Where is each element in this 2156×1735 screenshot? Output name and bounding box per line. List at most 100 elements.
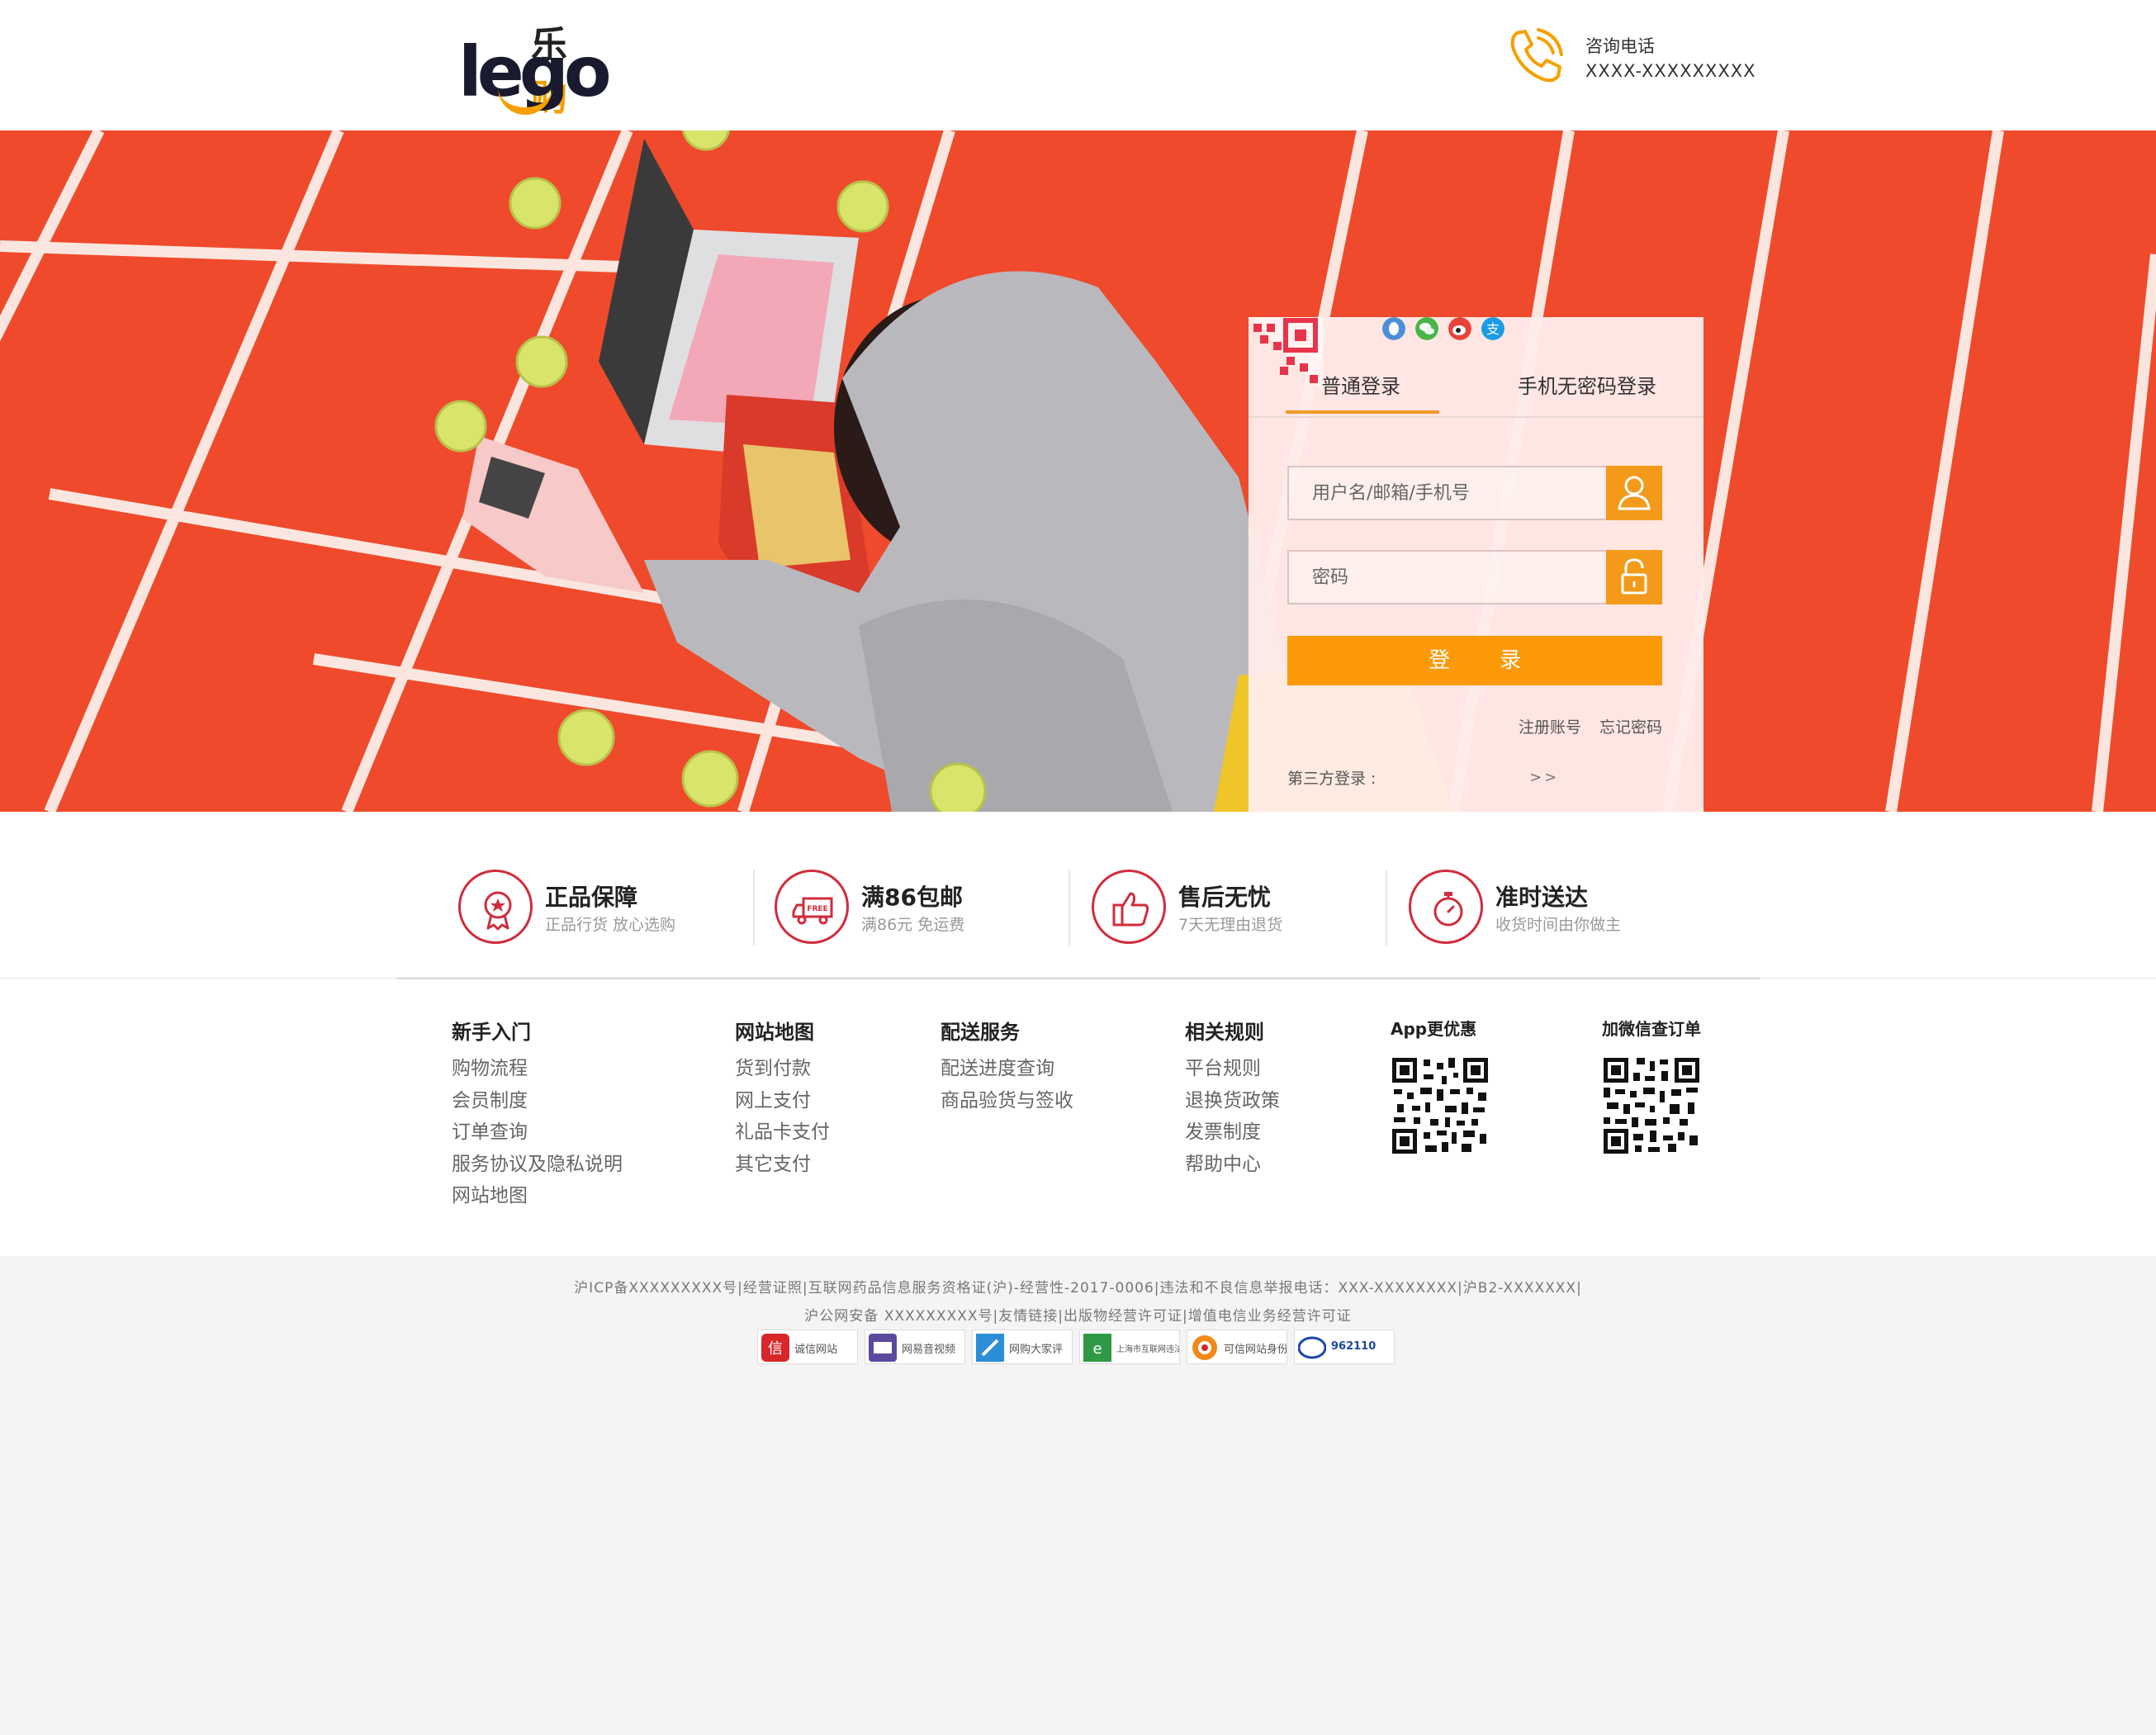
footer-link[interactable]: 会员制度 <box>452 1085 623 1117</box>
wechat-qr-code[interactable] <box>1602 1056 1701 1155</box>
footer-link[interactable]: 帮助中心 <box>1185 1149 1280 1181</box>
report-badge-icon: e <box>1083 1334 1111 1362</box>
feature-icon-circle: FREE <box>775 870 849 944</box>
password-field <box>1287 550 1662 604</box>
app-qr-title: App更优惠 <box>1391 1019 1477 1039</box>
footer-link[interactable]: 货到付款 <box>735 1053 830 1085</box>
alipay-icon[interactable]: 支 <box>1481 317 1504 340</box>
footer-column-title: 配送服务 <box>941 1021 1020 1044</box>
hotline-label: 咨询电话 <box>1585 36 1655 56</box>
footer-link[interactable]: 发票制度 <box>1185 1116 1280 1149</box>
username-field <box>1287 466 1662 520</box>
svg-text:FREE: FREE <box>807 905 827 913</box>
banner-illustration <box>0 130 2156 812</box>
login-panel: 普通登录 手机无密码登录 用户名/邮箱/手机号 登录 注册账号 忘记密码 第三方… <box>1249 317 1703 812</box>
svg-text:信: 信 <box>768 1340 783 1358</box>
trust-badges: 信 诚信网站 网易音视频 网购大家评 e 上海市互联网违法和不良信息举报中心 可… <box>757 1330 1395 1364</box>
site-logo[interactable]: 乐购 lego <box>458 15 612 119</box>
footer-links: 新手入门 购物流程 会员制度 订单查询 服务协议及隐私说明 网站地图 网站地图 … <box>0 979 2156 1256</box>
hero-banner: 普通登录 手机无密码登录 用户名/邮箱/手机号 登录 注册账号 忘记密码 第三方… <box>0 130 2156 812</box>
third-party-login-label: 第三方登录 : <box>1287 770 1377 788</box>
feature-title: 准时送达 <box>1495 884 1589 911</box>
feature-icon-circle <box>1092 870 1166 944</box>
feature-subtitle: 正品行货 放心选购 <box>545 916 676 934</box>
forgot-password-link[interactable]: 忘记密码 <box>1599 715 1662 737</box>
feature-title: 售后无忧 <box>1178 884 1272 911</box>
thumbs-up-icon <box>1112 892 1149 927</box>
medal-icon <box>484 891 512 931</box>
footer-link[interactable]: 商品验货与签收 <box>941 1085 1073 1117</box>
qr-login-icon[interactable] <box>1249 317 1323 391</box>
truck-icon: FREE <box>792 897 833 925</box>
site-header: 乐购 lego 咨询电话 XXXX-XXXXXXXXX <box>0 0 2156 130</box>
footer-link[interactable]: 配送进度查询 <box>941 1053 1073 1085</box>
feature-title: 正品保障 <box>545 884 638 911</box>
username-input[interactable] <box>1289 467 1601 519</box>
footer-link[interactable]: 平台规则 <box>1185 1053 1280 1085</box>
footer-column-delivery: 配送服务 配送进度查询 商品验货与签收 <box>941 1016 1073 1116</box>
copyright-line-1: 沪ICP备XXXXXXXXX号|经营证照|互联网药品信息服务资格证(沪)-经营性… <box>574 1280 1582 1297</box>
user-icon-box <box>1606 466 1662 520</box>
login-button[interactable]: 登录 <box>1287 636 1662 685</box>
more-third-party-link[interactable]: >> <box>1529 769 1559 786</box>
qq-icon[interactable] <box>1382 317 1405 340</box>
feature-genuine: 正品保障 正品行货 放心选购 <box>458 870 772 952</box>
police-badge-icon <box>1298 1336 1326 1359</box>
footer-link[interactable]: 服务协议及隐私说明 <box>452 1149 623 1181</box>
badge-netease-av[interactable]: 网易音视频 <box>865 1330 965 1364</box>
tab-mobile-login[interactable]: 手机无密码登录 <box>1518 370 1656 399</box>
feature-on-time: 准时送达 收货时间由你做主 <box>1409 870 1722 952</box>
register-link[interactable]: 注册账号 <box>1519 715 1581 737</box>
copyright-area: 沪ICP备XXXXXXXXX号|经营证照|互联网药品信息服务资格证(沪)-经营性… <box>0 1256 2156 1735</box>
footer-link[interactable]: 网站地图 <box>452 1180 623 1212</box>
badge-review[interactable]: 网购大家评 <box>972 1330 1073 1364</box>
wechat-qr-title: 加微信查订单 <box>1602 1019 1701 1039</box>
feature-title: 满86包邮 <box>861 884 963 911</box>
review-badge-icon <box>976 1334 1004 1362</box>
feature-icon-circle <box>458 870 533 944</box>
footer-link[interactable]: 网上支付 <box>735 1085 830 1117</box>
footer-column-beginner: 新手入门 购物流程 会员制度 订单查询 服务协议及隐私说明 网站地图 <box>452 1016 623 1212</box>
svg-text:支: 支 <box>1486 321 1500 337</box>
credit-badge-icon: 信 <box>761 1334 789 1362</box>
footer-column-rules: 相关规则 平台规则 退换货政策 发票制度 帮助中心 <box>1185 1016 1280 1180</box>
badge-report-center[interactable]: e 上海市互联网违法和不良信息举报中心 <box>1079 1330 1180 1364</box>
feature-after-sale: 售后无忧 7天无理由退货 <box>1092 870 1405 952</box>
feature-subtitle: 满86元 免运费 <box>861 916 965 934</box>
login-tabs: 普通登录 手机无密码登录 <box>1249 317 1703 418</box>
copyright-line-2: 沪公网安备 XXXXXXXXX号|友情链接|出版物经营许可证|增值电信业务经营许… <box>804 1308 1352 1325</box>
footer-link[interactable]: 订单查询 <box>452 1116 623 1149</box>
feature-divider <box>1069 870 1070 946</box>
wechat-icon[interactable] <box>1415 317 1438 340</box>
weibo-icon[interactable] <box>1448 317 1471 340</box>
feature-divider <box>1386 870 1387 946</box>
trusted-badge-icon <box>1192 1335 1217 1360</box>
badge-trusted-site[interactable]: 可信网站身份验证 <box>1187 1330 1287 1364</box>
app-qr-code[interactable] <box>1391 1056 1490 1155</box>
feature-divider <box>753 870 755 946</box>
badge-credit-site[interactable]: 信 诚信网站 <box>757 1330 858 1364</box>
feature-subtitle: 7天无理由退货 <box>1178 916 1283 934</box>
feature-subtitle: 收货时间由你做主 <box>1495 916 1622 934</box>
password-input[interactable] <box>1289 552 1601 603</box>
feature-free-shipping: FREE 满86包邮 满86元 免运费 <box>775 870 1088 952</box>
tab-normal-login[interactable]: 普通登录 <box>1321 370 1400 399</box>
features-bar: 正品保障 正品行货 放心选购 FREE 满86包邮 满86元 免运费 售后无忧 … <box>0 812 2156 977</box>
phone-icon <box>1510 28 1563 83</box>
active-tab-indicator <box>1286 410 1439 414</box>
footer-column-sitemap: 网站地图 货到付款 网上支付 礼品卡支付 其它支付 <box>735 1016 830 1180</box>
footer-column-title: 网站地图 <box>735 1021 814 1044</box>
footer-column-title: 新手入门 <box>452 1021 531 1044</box>
hotline-number: XXXX-XXXXXXXXX <box>1585 61 1756 81</box>
badge-962110[interactable]: 962110 <box>1294 1330 1395 1364</box>
footer-link[interactable]: 礼品卡支付 <box>735 1116 830 1149</box>
user-icon <box>1618 476 1651 510</box>
footer-link[interactable]: 退换货政策 <box>1185 1085 1280 1117</box>
footer-column-title: 相关规则 <box>1185 1021 1264 1044</box>
lock-icon-box <box>1606 550 1662 604</box>
app-qr-block: App更优惠 <box>1391 1016 1498 1159</box>
footer-link[interactable]: 购物流程 <box>452 1053 623 1085</box>
footer-link[interactable]: 其它支付 <box>735 1149 830 1181</box>
feature-icon-circle <box>1409 870 1483 944</box>
netease-badge-icon <box>869 1334 897 1362</box>
